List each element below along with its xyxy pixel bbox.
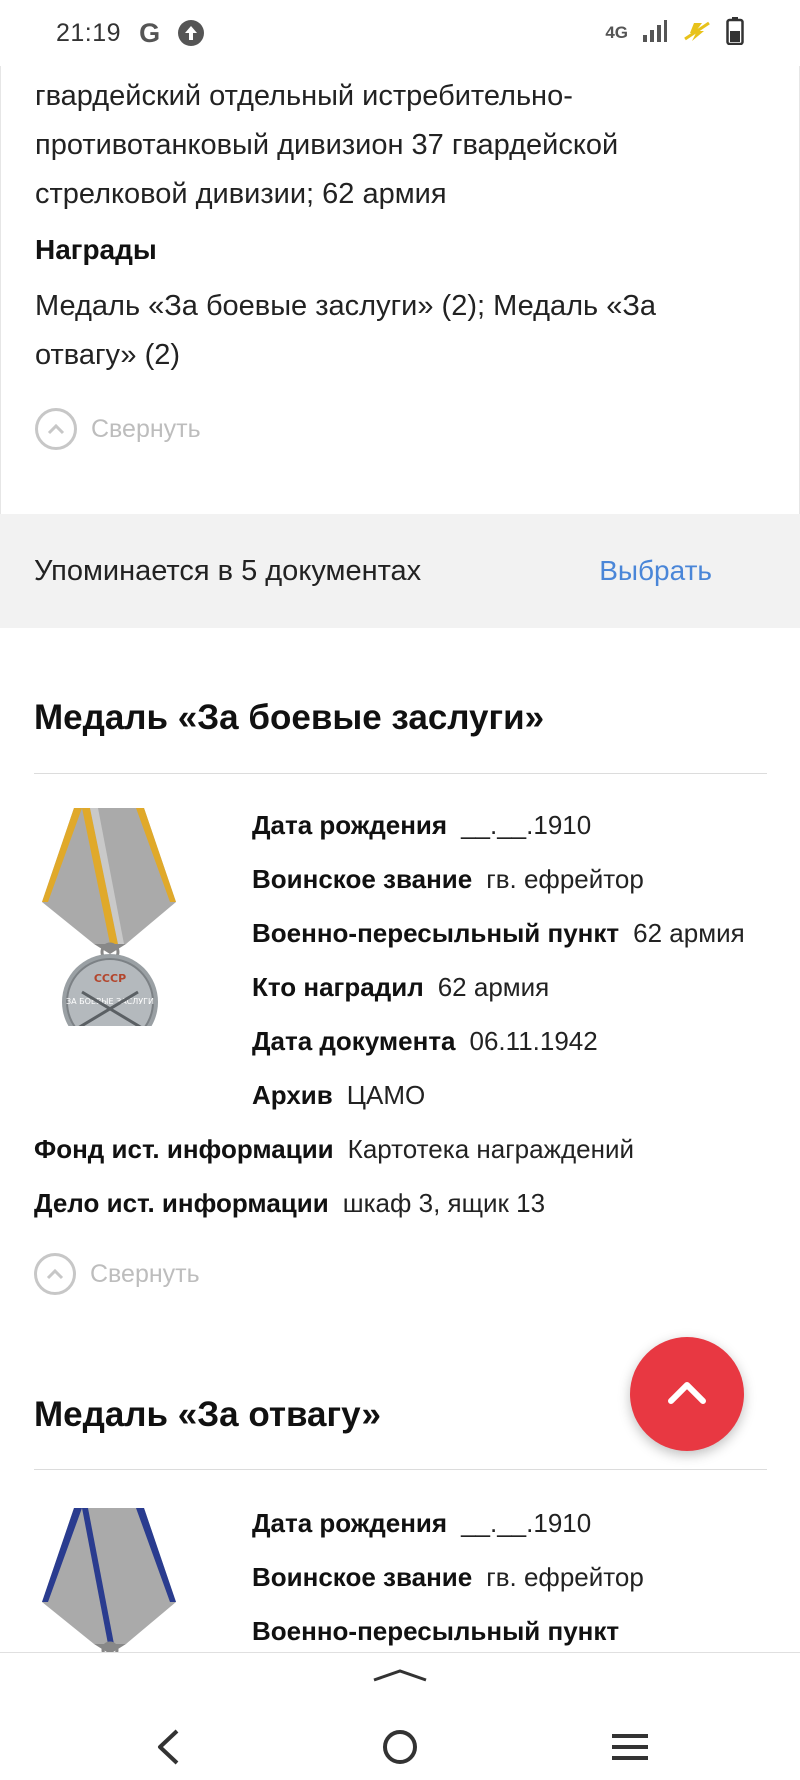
mentions-text: Упоминается в 5 документах	[34, 554, 422, 587]
awards-text: Медаль «За боевые заслуги» (2); Медаль «…	[35, 290, 656, 371]
field-label: Военно-пересыльный пункт	[252, 1616, 620, 1646]
field-label: Военно-пересыльный пункт	[252, 918, 620, 948]
mentions-bar: Упоминается в 5 документах Выбрать	[0, 514, 800, 628]
field-label: Дата рождения	[252, 1508, 448, 1538]
medal-image: СССР ЗА БОЕВЫЕ ЗАСЛУГИ	[38, 806, 178, 1050]
collapse-button[interactable]: Свернуть	[35, 408, 201, 450]
field-value: ЦАМО	[346, 1080, 426, 1110]
field-label: Дело ист. информации	[34, 1188, 329, 1218]
collapse-button[interactable]: Свернуть	[34, 1253, 200, 1295]
power-saving-icon	[682, 19, 712, 48]
status-time: 21:19	[56, 18, 122, 47]
nav-handle-icon[interactable]	[370, 1667, 430, 1688]
divider	[34, 773, 767, 774]
field-birth-date: Дата рождения __.__.1910	[252, 810, 591, 841]
field-value: гв. ефрейтор	[486, 864, 644, 894]
svg-text:СССР: СССР	[94, 972, 126, 985]
field-awarded-by: Кто наградил 62 армия	[252, 972, 549, 1003]
field-label: Фонд ист. информации	[34, 1134, 334, 1164]
chevron-up-icon	[35, 408, 77, 450]
field-label: Архив	[252, 1080, 333, 1110]
field-label: Воинское звание	[252, 1562, 473, 1592]
soldier-info-card: гвардейский отдельный истребительно-прот…	[0, 66, 800, 514]
field-label: Воинское звание	[252, 864, 473, 894]
field-value: 62 армия	[437, 972, 550, 1002]
collapse-label: Свернуть	[91, 414, 201, 443]
field-rank: Воинское звание гв. ефрейтор	[252, 1562, 644, 1593]
field-case: Дело ист. информации шкаф 3, ящик 13	[34, 1188, 545, 1219]
awards-heading: Награды	[35, 234, 157, 265]
field-value: 62 армия	[633, 918, 745, 948]
field-transit-point: Военно-пересыльный пункт 62 армия	[252, 918, 745, 949]
field-value: 06.11.1942	[469, 1026, 598, 1056]
google-icon: G	[139, 17, 161, 48]
field-label: Кто наградил	[252, 972, 424, 1002]
field-value: шкаф 3, ящик 13	[342, 1188, 546, 1218]
field-transit-point: Военно-пересыльный пункт	[252, 1616, 633, 1647]
back-icon[interactable]	[140, 1719, 196, 1775]
award-title: Медаль «За боевые заслуги»	[34, 698, 545, 737]
status-right: 4G	[605, 16, 744, 50]
field-value: Картотека награждений	[347, 1134, 635, 1164]
status-bar: 21:19 G 4G	[0, 0, 800, 66]
medal-image	[38, 1506, 178, 1661]
system-nav-bar	[0, 1652, 800, 1780]
divider	[34, 1469, 767, 1470]
network-label: 4G	[605, 23, 628, 42]
menu-icon[interactable]	[602, 1719, 658, 1775]
chevron-up-icon	[34, 1253, 76, 1295]
home-icon[interactable]	[372, 1719, 428, 1775]
field-document-date: Дата документа 06.11.1942	[252, 1026, 598, 1057]
field-fund: Фонд ист. информации Картотека награждени…	[34, 1134, 634, 1165]
signal-icon	[642, 19, 668, 48]
field-value: гв. ефрейтор	[486, 1562, 644, 1592]
field-value: __.__.1910	[461, 1508, 592, 1538]
chevron-up-icon	[667, 1379, 707, 1410]
status-left: 21:19 G	[56, 17, 205, 49]
field-rank: Воинское звание гв. ефрейтор	[252, 864, 644, 895]
field-birth-date: Дата рождения __.__.1910	[252, 1508, 591, 1539]
field-label: Дата документа	[252, 1026, 456, 1056]
field-value: __.__.1910	[461, 810, 592, 840]
select-link[interactable]: Выбрать	[599, 555, 712, 587]
award-title: Медаль «За отвагу»	[34, 1395, 381, 1434]
field-archive: Архив ЦАМО	[252, 1080, 425, 1111]
svg-text:ЗА БОЕВЫЕ ЗАСЛУГИ: ЗА БОЕВЫЕ ЗАСЛУГИ	[66, 997, 154, 1006]
scroll-top-button[interactable]	[630, 1337, 744, 1451]
collapse-label: Свернуть	[90, 1259, 200, 1288]
battery-icon	[726, 16, 744, 50]
unit-text: гвардейский отдельный истребительно-прот…	[35, 80, 619, 210]
upload-icon	[178, 20, 205, 46]
field-label: Дата рождения	[252, 810, 448, 840]
